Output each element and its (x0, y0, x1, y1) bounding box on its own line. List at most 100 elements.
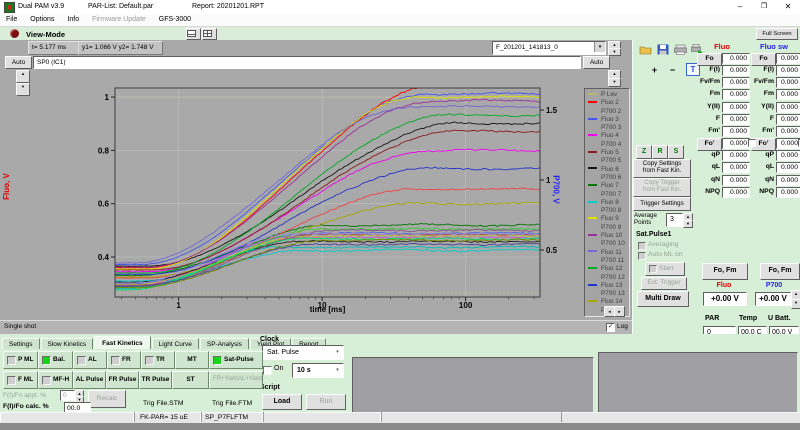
legend-item-fluo-12[interactable]: Fluo 12 (585, 265, 629, 273)
tab-fast-kinetics[interactable]: Fast Kinetics (94, 336, 150, 349)
ctrl-fr[interactable]: FR (107, 351, 141, 369)
close-button[interactable]: ✕ (780, 1, 796, 12)
curve-legend[interactable]: P LevFluo 2P700 2Fluo 3P700 3Fluo 4P700 … (584, 88, 630, 317)
al-checkbox[interactable] (77, 356, 86, 365)
script-load-button[interactable]: Load (262, 394, 302, 410)
ctrl-mf-h[interactable]: MF-H (38, 371, 73, 389)
fo-fm-button-2[interactable]: Fo, Fm (760, 263, 800, 280)
save-button[interactable] (656, 43, 673, 58)
zoom-in-button[interactable]: + (646, 63, 663, 78)
menu-info[interactable]: Info (67, 16, 79, 23)
full-screen-button[interactable]: Full Screen (756, 28, 798, 40)
ctrl-sat-pulse[interactable]: Sat-Pulse (209, 351, 263, 369)
ctrl-tr-pulse[interactable]: TR Pulse (139, 371, 172, 389)
legend-item-fluo-2[interactable]: Fluo 2 (585, 99, 629, 107)
f-ml-checkbox[interactable] (7, 376, 16, 385)
legend-item-p700-12[interactable]: P700 12 (585, 274, 629, 282)
print-button[interactable] (673, 43, 690, 58)
fo-button-1[interactable]: Fo' (697, 138, 722, 151)
p700-gain-down[interactable]: ▼ (791, 299, 800, 309)
fo-checkbox-1[interactable] (748, 139, 756, 147)
maximize-button[interactable]: ❐ (756, 1, 772, 12)
averaging-checkbox[interactable] (638, 242, 646, 250)
legend-item-p700-8[interactable]: P700 8 (585, 207, 629, 215)
ctrl-p-ml[interactable]: P ML (3, 351, 38, 369)
chart-spin-down[interactable]: ▼ (16, 83, 30, 96)
legend-item-p700-4[interactable]: P700 4 (585, 141, 629, 149)
tab-sp-analysis[interactable]: SP-Analysis (200, 338, 249, 349)
s-button[interactable]: S (668, 145, 684, 159)
clock-chevron-icon[interactable]: ▾ (333, 348, 342, 357)
r-button[interactable]: R (652, 145, 668, 159)
tab-light-curve[interactable]: Light Curve (152, 338, 199, 349)
legend-item-p700-10[interactable]: P700 10 (585, 240, 629, 248)
ctrl-bal[interactable]: Bal. (38, 351, 73, 369)
tr-checkbox[interactable] (145, 356, 154, 365)
chart-spin-up[interactable]: ▲ (16, 70, 30, 83)
auto-right-button[interactable]: Auto (583, 56, 610, 69)
ctrl-mt[interactable]: MT (175, 351, 209, 369)
record-select[interactable]: F_201201_141813_0 ▾ (492, 41, 606, 55)
legend-item-fluo-4[interactable]: Fluo 4 (585, 132, 629, 140)
minimize-button[interactable]: – (732, 1, 748, 12)
ctrl-al[interactable]: AL (73, 351, 107, 369)
legend-item-fluo-10[interactable]: Fluo 10 (585, 232, 629, 240)
legend-item-fluo-8[interactable]: Fluo 8 (585, 199, 629, 207)
mf-h-checkbox[interactable] (42, 376, 51, 385)
z-button[interactable]: Z (636, 145, 652, 159)
p-ml-checkbox[interactable] (7, 356, 16, 365)
legend-item-p700-11[interactable]: P700 11 (585, 257, 629, 265)
fo-fm-button-1[interactable]: Fo, Fm (702, 263, 748, 280)
tab-slow-kinetics[interactable]: Slow Kinetics (41, 338, 94, 349)
zoom-out-button[interactable]: − (664, 63, 681, 78)
scale-spin-down[interactable]: ▼ (608, 78, 621, 87)
window-layout-2-button[interactable] (202, 28, 217, 40)
legend-item-p700-6[interactable]: P700 6 (585, 174, 629, 182)
legend-item-fluo-6[interactable]: Fluo 6 (585, 166, 629, 174)
clock-interval-select[interactable]: 10 s ▾ (292, 363, 344, 378)
fr-checkbox[interactable] (111, 356, 120, 365)
legend-item-fluo-7[interactable]: Fluo 7 (585, 182, 629, 190)
ctrl-st[interactable]: ST (172, 371, 209, 389)
legend-item-fluo-5[interactable]: Fluo 5 (585, 149, 629, 157)
window-layout-1-button[interactable] (186, 28, 201, 40)
average-points-field[interactable]: 3 (666, 213, 683, 227)
ctrl-f-ml[interactable]: F ML (3, 371, 38, 389)
legend-scroll-right[interactable]: ► (614, 306, 625, 317)
legend-item-fluo-11[interactable]: Fluo 11 (585, 249, 629, 257)
bal-checkbox[interactable] (42, 356, 51, 365)
multi-draw-button[interactable]: Multi Draw (637, 291, 689, 307)
menu-gfs-3000[interactable]: GFS-3000 (159, 16, 191, 23)
legend-item-p700-3[interactable]: P700 3 (585, 124, 629, 132)
legend-item-fluo-13[interactable]: Fluo 13 (585, 282, 629, 290)
average-spin-down[interactable]: ▼ (683, 220, 693, 228)
legend-item-p-lev[interactable]: P Lev (585, 91, 629, 99)
legend-item-p700-2[interactable]: P700 2 (585, 108, 629, 116)
legend-item-p700-9[interactable]: P700 9 (585, 224, 629, 232)
legend-item-p700-13[interactable]: P700 13 (585, 290, 629, 298)
legend-item-p700-7[interactable]: P700 7 (585, 191, 629, 199)
clock-on-checkbox[interactable] (263, 366, 272, 375)
interval-chevron-icon[interactable]: ▾ (333, 366, 342, 375)
sample-field[interactable]: SP0 (IC1) (33, 56, 581, 69)
trig-file-stm[interactable]: Trig File.STM (143, 400, 184, 407)
ctrl-al-pulse[interactable]: AL Pulse (73, 371, 106, 389)
fo-button-2[interactable]: Fo (751, 53, 776, 66)
clock-mode-select[interactable]: Sat. Pulse ▾ (262, 345, 344, 360)
auto-left-button[interactable]: Auto (5, 56, 32, 69)
menu-file[interactable]: File (6, 16, 17, 23)
copy-settings-button[interactable]: Copy Settings from Fast Kin. (633, 159, 691, 178)
open-file-button[interactable] (638, 43, 655, 58)
auto-ml-checkbox[interactable] (638, 252, 646, 260)
ctrl-fr-pulse[interactable]: FR Pulse (106, 371, 139, 389)
log-checkbox[interactable]: ✓ (606, 323, 615, 332)
trigger-settings-button[interactable]: Trigger Settings (633, 197, 691, 211)
tab-settings[interactable]: Settings (2, 338, 40, 349)
ctrl-tr[interactable]: TR (141, 351, 175, 369)
chevron-down-icon[interactable]: ▾ (594, 42, 605, 52)
menu-options[interactable]: Options (30, 16, 54, 23)
legend-item-fluo-3[interactable]: Fluo 3 (585, 116, 629, 124)
record-spin-down[interactable]: ▼ (608, 48, 621, 56)
fo-button-1[interactable]: Fo (697, 53, 722, 66)
legend-item-p700-5[interactable]: P700 5 (585, 157, 629, 165)
